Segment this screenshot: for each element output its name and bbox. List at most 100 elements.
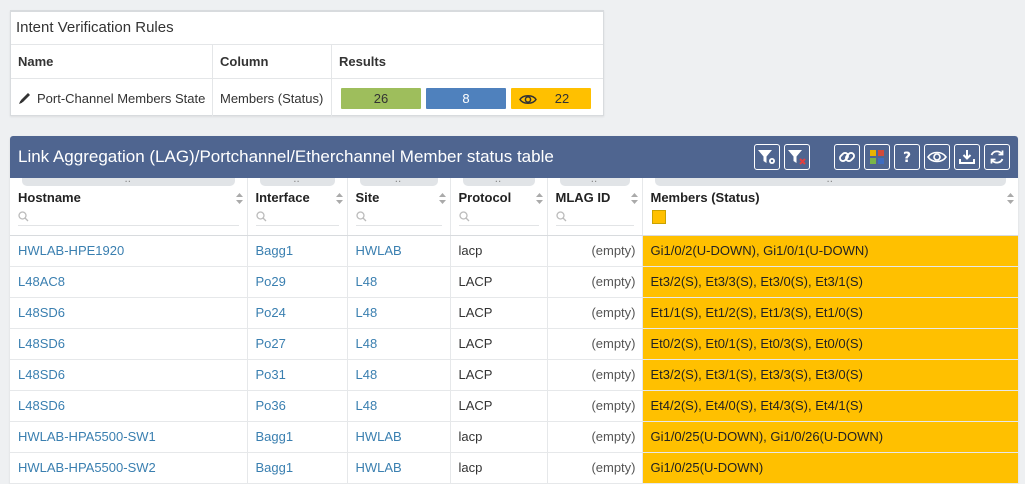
filter-settings-icon — [758, 150, 775, 164]
site-cell[interactable]: HWLAB — [347, 452, 451, 484]
site-filter-input[interactable] — [355, 208, 442, 226]
site-cell[interactable]: HWLAB — [347, 421, 451, 453]
link-button[interactable] — [834, 144, 860, 170]
interface-cell[interactable]: Bagg1 — [247, 421, 348, 453]
result-badge-green[interactable]: 26 — [341, 88, 421, 109]
column-protocol[interactable]: .. Protocol — [450, 178, 548, 236]
table-row: HWLAB-HPE1920 Bagg1 HWLAB lacp (empty) Gi1/0/… — [10, 235, 1018, 267]
mlag-id-cell: (empty) — [547, 421, 643, 453]
mlag-id-cell: (empty) — [547, 328, 643, 360]
eye-button[interactable] — [924, 144, 950, 170]
table-row: L48SD6 Po24 L48 LACP (empty) Et1/1(S), Et1/2(… — [10, 297, 1018, 329]
interface-cell[interactable]: Bagg1 — [247, 235, 348, 267]
site-cell[interactable]: L48 — [347, 266, 451, 298]
column-drag-handle[interactable]: .. — [462, 178, 535, 186]
table-row: L48SD6 Po27 L48 LACP (empty) Et0/2(S), Et0/1(… — [10, 328, 1018, 360]
protocol-cell: LACP — [450, 328, 548, 360]
hostname-cell[interactable]: L48SD6 — [10, 390, 248, 422]
interface-cell[interactable]: Po36 — [247, 390, 348, 422]
sort-icon[interactable] — [535, 193, 543, 204]
protocol-cell: lacp — [450, 452, 548, 484]
rule-name-cell[interactable]: Port-Channel Members State — [11, 79, 213, 117]
interface-cell[interactable]: Po27 — [247, 328, 348, 360]
sort-icon[interactable] — [438, 193, 446, 204]
hostname-cell[interactable]: L48SD6 — [10, 328, 248, 360]
column-drag-handle[interactable]: .. — [259, 178, 335, 186]
column-hostname[interactable]: .. Hostname — [10, 178, 248, 236]
interface-filter-input[interactable] — [255, 208, 339, 226]
sort-icon[interactable] — [1007, 193, 1014, 204]
header-name: Name — [11, 45, 213, 78]
help-icon: ? — [903, 150, 911, 166]
members-status-cell: Et3/2(S), Et3/1(S), Et3/3(S), Et3/0(S) — [642, 359, 1018, 391]
protocol-cell: lacp — [450, 421, 548, 453]
column-mlag-id[interactable]: .. MLAG ID — [547, 178, 643, 236]
sort-icon[interactable] — [630, 193, 638, 204]
column-site[interactable]: .. Site — [347, 178, 451, 236]
eye-icon — [927, 151, 947, 163]
filter-settings-button[interactable] — [754, 144, 780, 170]
lag-table-header: Link Aggregation (LAG)/Portchannel/Ether… — [10, 136, 1018, 178]
interface-cell[interactable]: Po31 — [247, 359, 348, 391]
mlag-id-cell: (empty) — [547, 297, 643, 329]
hostname-filter-input[interactable] — [18, 208, 239, 226]
refresh-button[interactable] — [984, 144, 1010, 170]
members-status-cell: Gi1/0/25(U-DOWN), Gi1/0/26(U-DOWN) — [642, 421, 1018, 453]
members-status-cell: Gi1/0/2(U-DOWN), Gi1/0/1(U-DOWN) — [642, 235, 1018, 267]
column-drag-handle[interactable]: .. — [359, 178, 438, 186]
mlag-id-cell: (empty) — [547, 359, 643, 391]
column-interface[interactable]: .. Interface — [247, 178, 348, 236]
mlag-id-filter-input[interactable] — [555, 208, 634, 226]
column-site-label: Site — [355, 190, 380, 205]
hostname-cell[interactable]: HWLAB-HPA5500-SW1 — [10, 421, 248, 453]
members-status-cell: Gi1/0/25(U-DOWN) — [642, 452, 1018, 484]
site-cell[interactable]: L48 — [347, 359, 451, 391]
site-cell[interactable]: L48 — [347, 390, 451, 422]
column-members-status-label: Members (Status) — [650, 190, 760, 205]
site-cell[interactable]: L48 — [347, 328, 451, 360]
protocol-cell: LACP — [450, 359, 548, 391]
interface-cell[interactable]: Po24 — [247, 297, 348, 329]
result-badge-blue[interactable]: 8 — [426, 88, 506, 109]
column-mlag-id-label: MLAG ID — [555, 190, 611, 205]
sort-icon[interactable] — [335, 193, 343, 204]
column-members-status[interactable]: .. Members (Status) — [642, 178, 1018, 236]
header-results: Results — [339, 54, 386, 69]
protocol-filter-input[interactable] — [458, 208, 539, 226]
members-status-cell: Et1/1(S), Et1/2(S), Et1/3(S), Et1/0(S) — [642, 297, 1018, 329]
table-row: L48SD6 Po31 L48 LACP (empty) Et3/2(S), Et3/1(… — [10, 359, 1018, 391]
site-cell[interactable]: L48 — [347, 297, 451, 329]
hostname-cell[interactable]: HWLAB-HPE1920 — [10, 235, 248, 267]
result-badge-orange[interactable]: 22 — [511, 88, 591, 109]
hostname-cell[interactable]: L48SD6 — [10, 359, 248, 391]
column-drag-handle[interactable]: .. — [654, 178, 1006, 186]
column-header-row: .. Hostname .. Interface .. Site .. Prot… — [10, 178, 1018, 236]
download-button[interactable] — [954, 144, 980, 170]
filter-clear-button[interactable] — [784, 144, 810, 170]
hostname-cell[interactable]: L48AC8 — [10, 266, 248, 298]
members-status-cell: Et0/2(S), Et0/1(S), Et0/3(S), Et0/0(S) — [642, 328, 1018, 360]
color-filter-swatch[interactable] — [651, 210, 666, 224]
interface-cell[interactable]: Bagg1 — [247, 452, 348, 484]
column-protocol-label: Protocol — [458, 190, 512, 205]
column-hostname-label: Hostname — [18, 190, 81, 205]
site-cell[interactable]: HWLAB — [347, 235, 451, 267]
help-button[interactable]: ? — [894, 144, 920, 170]
interface-cell[interactable]: Po29 — [247, 266, 348, 298]
rule-name: Port-Channel Members State — [37, 90, 206, 106]
sort-icon[interactable] — [235, 193, 243, 204]
header-column: Column — [213, 45, 332, 78]
column-drag-handle[interactable]: .. — [22, 178, 235, 186]
svg-text:?: ? — [903, 150, 911, 166]
color-grid-button[interactable] — [864, 144, 890, 170]
table-row: L48AC8 Po29 L48 LACP (empty) Et3/2(S), Et3/3(… — [10, 266, 1018, 298]
refresh-icon — [990, 150, 1004, 164]
download-icon — [959, 150, 975, 164]
hostname-cell[interactable]: L48SD6 — [10, 297, 248, 329]
search-icon — [255, 211, 266, 222]
mlag-id-cell: (empty) — [547, 452, 643, 484]
intent-rule-row: Port-Channel Members State Members (Stat… — [11, 79, 603, 117]
column-drag-handle[interactable]: .. — [559, 178, 630, 186]
hostname-cell[interactable]: HWLAB-HPA5500-SW2 — [10, 452, 248, 484]
pencil-icon[interactable] — [18, 91, 33, 105]
